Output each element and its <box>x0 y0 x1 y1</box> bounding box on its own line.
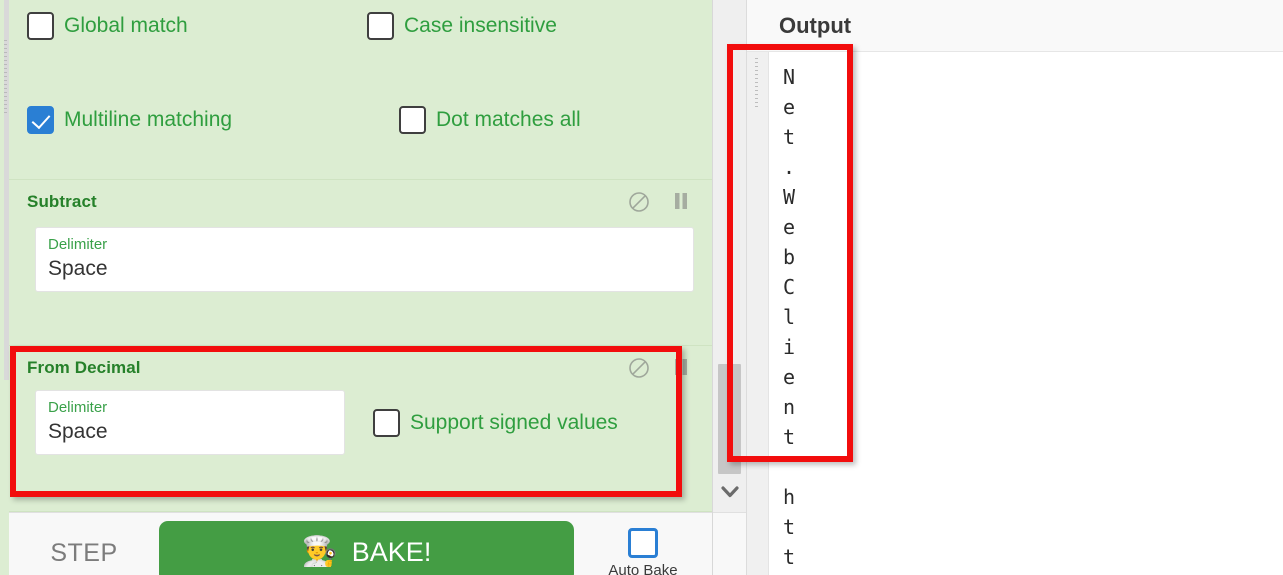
operation-subtract[interactable]: Subtract Delimiter Space <box>9 180 712 346</box>
checkbox-label-support-signed-values: Support signed values <box>410 410 618 434</box>
output-pane: Output N e t . W e b C l i e n t h t t <box>747 0 1283 575</box>
chef-icon: 👨‍🍳 <box>301 535 338 568</box>
operation-title-subtract: Subtract <box>27 192 97 211</box>
auto-bake-control[interactable]: Auto Bake <box>574 510 712 575</box>
auto-bake-label: Auto Bake <box>608 561 678 575</box>
bake-button-label: BAKE! <box>351 536 432 567</box>
checkbox-label-case-insensitive: Case insensitive <box>404 14 557 37</box>
pause-icon-subtract[interactable] <box>672 191 694 213</box>
recipe-operation-list: Global match Case insensitive Multiline … <box>9 0 712 512</box>
recipe-scrollbar[interactable] <box>713 0 746 512</box>
gutter-dots-icon <box>755 58 758 110</box>
argument-label-from-decimal-delimiter: Delimiter <box>48 399 108 416</box>
disable-icon-from-decimal[interactable] <box>628 357 650 379</box>
checkbox-row-global-match[interactable]: Global match <box>27 12 367 40</box>
operation-from-decimal[interactable]: From Decimal Delimiter Space Support sig… <box>9 346 712 512</box>
checkbox-label-dot-matches-all: Dot matches all <box>436 108 581 131</box>
checkbox-label-global-match: Global match <box>64 14 188 37</box>
argument-field-from-decimal-delimiter[interactable]: Delimiter Space <box>35 390 345 455</box>
recipe-pane: Global match Case insensitive Multiline … <box>0 0 712 575</box>
checkbox-icon-global-match[interactable] <box>27 12 54 40</box>
checkbox-row-case-insensitive[interactable]: Case insensitive <box>367 12 557 40</box>
checkbox-row-multiline-matching[interactable]: Multiline matching <box>27 106 367 134</box>
step-button[interactable]: STEP <box>9 521 159 568</box>
checkbox-icon-support-signed-values[interactable] <box>373 408 400 437</box>
splitter-footer <box>713 512 746 575</box>
recipe-controls-bar: STEP 👨‍🍳 BAKE! Auto Bake <box>9 512 712 575</box>
argument-value-from-decimal-delimiter[interactable]: Space <box>48 417 332 446</box>
output-title: Output <box>779 12 852 38</box>
output-body: N e t . W e b C l i e n t h t t <box>747 52 1283 575</box>
operation-regex-options[interactable]: Global match Case insensitive Multiline … <box>9 0 712 180</box>
cyberchef-window: Global match Case insensitive Multiline … <box>0 0 1283 575</box>
checkbox-row-dot-matches-all[interactable]: Dot matches all <box>399 106 581 134</box>
checkbox-icon-case-insensitive[interactable] <box>367 12 394 40</box>
checkbox-checked-icon-multiline-matching[interactable] <box>27 106 54 134</box>
checkbox-icon-auto-bake[interactable] <box>628 527 658 558</box>
output-gutter <box>747 52 769 575</box>
chevron-down-icon[interactable] <box>718 478 741 506</box>
argument-field-subtract-delimiter[interactable]: Delimiter Space <box>35 227 694 292</box>
disable-icon-subtract[interactable] <box>628 191 650 213</box>
bake-button[interactable]: 👨‍🍳 BAKE! <box>159 521 574 575</box>
drag-handle-dots-icon[interactable] <box>4 40 7 115</box>
operation-header-subtract[interactable]: Subtract <box>9 180 712 224</box>
pane-splitter[interactable] <box>712 0 747 575</box>
recipe-left-scroll-rail[interactable] <box>0 0 9 575</box>
scrollbar-thumb[interactable] <box>718 364 741 474</box>
output-header: Output <box>747 0 1283 52</box>
checkbox-label-multiline-matching: Multiline matching <box>64 108 233 131</box>
checkbox-icon-dot-matches-all[interactable] <box>399 106 426 134</box>
pause-icon-from-decimal[interactable] <box>672 357 694 379</box>
operation-title-from-decimal: From Decimal <box>27 358 141 377</box>
operation-header-from-decimal[interactable]: From Decimal <box>9 346 712 390</box>
argument-label-subtract-delimiter: Delimiter <box>48 236 108 253</box>
argument-value-subtract-delimiter[interactable]: Space <box>48 254 681 283</box>
checkbox-row-support-signed-values[interactable]: Support signed values <box>373 408 618 437</box>
output-text[interactable]: N e t . W e b C l i e n t h t t <box>769 52 1283 575</box>
